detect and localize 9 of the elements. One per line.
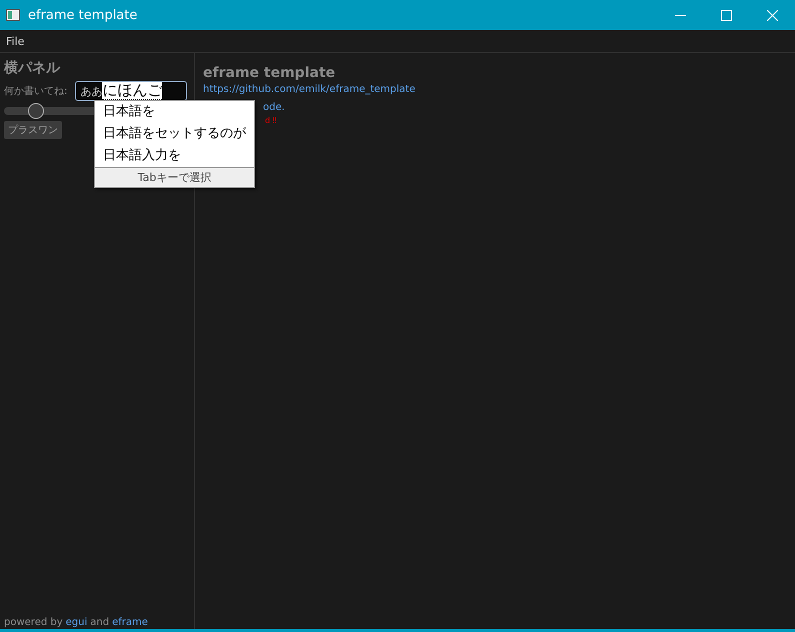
footer-text: powered by (4, 617, 63, 628)
central-heading: eframe template (203, 65, 336, 81)
text-line: ode. (262, 102, 286, 113)
panel-heading: 横パネル (4, 59, 62, 77)
field-label: 何か書いてね: (4, 84, 68, 98)
popup-hint: Tabキーで選択 (95, 167, 254, 187)
footer-text: and (90, 617, 110, 628)
warning-text: d ‼ (264, 116, 278, 125)
window-title: eframe template (28, 8, 138, 22)
